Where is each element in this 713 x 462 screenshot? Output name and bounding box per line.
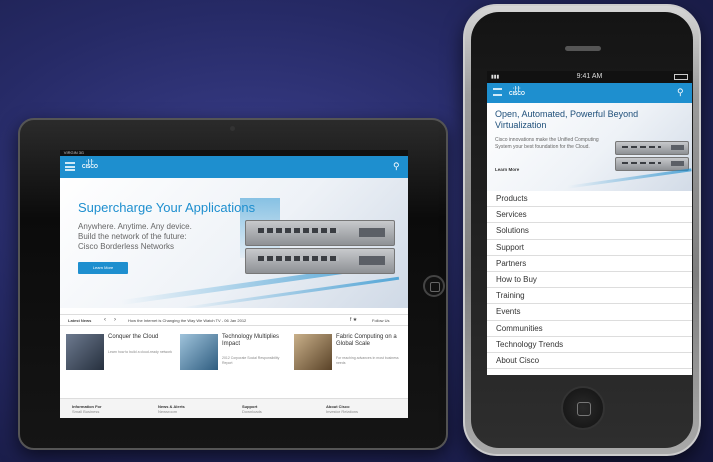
server-image	[245, 248, 395, 274]
cisco-logo[interactable]: ·|·|· CISCO	[82, 160, 98, 170]
menu-icon[interactable]	[65, 162, 75, 171]
nav-item-technology-trends[interactable]: Technology Trends	[487, 337, 692, 353]
ipad-home-button-icon[interactable]	[423, 275, 445, 297]
footer-column[interactable]: About Cisco Investor Relations	[326, 404, 358, 414]
server-image	[615, 141, 689, 155]
card-image	[180, 334, 218, 370]
footer-links: Information For Small Business News & Ale…	[60, 398, 408, 418]
nav-menu-list: Products Services Solutions Support Part…	[487, 191, 692, 370]
nav-item-how-to-buy[interactable]: How to Buy	[487, 272, 692, 289]
news-label: Latest News	[68, 318, 92, 323]
feature-card[interactable]: Fabric Computing on a Global Scale For r…	[290, 334, 400, 384]
nav-item-services[interactable]: Services	[487, 207, 692, 224]
news-bar: Latest News ‹ › How the Internet is Chan…	[60, 314, 408, 326]
news-headline-link[interactable]: How the Internet is Changing the Way We …	[128, 315, 246, 326]
iphone-screen: ▮▮▮ 9:41 AM ·|·|· CISCO ⚲ Open, Automate…	[487, 71, 692, 375]
footer-column[interactable]: News & Alerts Newsroom	[158, 404, 185, 414]
learn-more-link[interactable]: Learn More	[495, 167, 519, 172]
status-time: 9:41 AM	[576, 73, 603, 80]
menu-icon[interactable]	[493, 88, 502, 96]
hero-subtitle-line: Anywhere. Anytime. Any device.	[78, 222, 192, 231]
chevron-left-icon[interactable]: ‹	[104, 315, 106, 326]
search-icon[interactable]: ⚲	[393, 161, 400, 172]
card-title: Fabric Computing on a Global Scale	[336, 334, 397, 347]
card-image	[66, 334, 104, 370]
logo-name: CISCO	[82, 164, 98, 170]
carousel-dots[interactable]	[561, 183, 597, 191]
ipad-device: VIRGIN 3G ·|·|· CISCO ⚲ Supercharge Your…	[18, 118, 448, 450]
feature-card[interactable]: Technology Multiplies Impact 2012 Corpor…	[176, 334, 286, 384]
card-subtitle: Learn how to build a cloud-ready network	[108, 350, 173, 354]
feature-card[interactable]: Conquer the Cloud Learn how to build a c…	[62, 334, 172, 384]
carousel-dots[interactable]	[214, 300, 259, 308]
server-image	[245, 220, 395, 246]
nav-item-training[interactable]: Training	[487, 288, 692, 305]
card-subtitle: For reaching advances in most business n…	[336, 356, 399, 365]
logo-name: CISCO	[509, 91, 525, 97]
nav-item-products[interactable]: Products	[487, 191, 692, 208]
iphone-hero-banner[interactable]: Open, Automated, Powerful Beyond Virtual…	[487, 103, 692, 191]
search-icon[interactable]: ⚲	[677, 87, 684, 98]
ipad-screen: VIRGIN 3G ·|·|· CISCO ⚲ Supercharge Your…	[60, 150, 408, 418]
ipad-hero-banner[interactable]: Supercharge Your Applications Anywhere. …	[60, 178, 408, 308]
server-image	[615, 157, 689, 171]
battery-icon	[674, 74, 688, 80]
follow-us-link[interactable]: Follow Us	[372, 315, 390, 326]
social-icons[interactable]: f ★	[350, 315, 357, 326]
cisco-logo[interactable]: ·|·|· CISCO	[509, 87, 525, 97]
footer-column[interactable]: Support Downloads	[242, 404, 262, 414]
hero-subtitle-line: Build the network of the future:	[78, 232, 187, 241]
footer-link[interactable]: Investor Relations	[326, 409, 358, 414]
signal-icon: ▮▮▮	[491, 74, 500, 80]
home-button-icon[interactable]	[561, 386, 605, 430]
hero-subtitle: Anywhere. Anytime. Any device. Build the…	[78, 222, 218, 252]
iphone-header: ·|·|· CISCO ⚲	[487, 83, 692, 103]
hero-title: Supercharge Your Applications	[78, 200, 256, 215]
feature-cards: Conquer the Cloud Learn how to build a c…	[60, 330, 408, 388]
footer-link[interactable]: Newsroom	[158, 409, 185, 414]
speaker-icon	[565, 46, 601, 51]
nav-item-partners[interactable]: Partners	[487, 256, 692, 272]
footer-link[interactable]: Small Business	[72, 409, 102, 414]
card-title: Technology Multiplies Impact	[222, 334, 280, 347]
nav-item-solutions[interactable]: Solutions	[487, 223, 692, 240]
footer-column[interactable]: Information For Small Business	[72, 404, 102, 414]
nav-item-events[interactable]: Events	[487, 304, 692, 321]
card-title: Conquer the Cloud	[108, 334, 159, 340]
hero-title: Open, Automated, Powerful Beyond Virtual…	[495, 109, 639, 130]
nav-item-support[interactable]: Support	[487, 240, 692, 256]
hero-subtitle-line: Cisco Borderless Networks	[78, 242, 175, 251]
hero-subtitle: Cisco innovations make the Unified Compu…	[495, 137, 599, 150]
chevron-right-icon[interactable]: ›	[114, 315, 116, 326]
card-image	[294, 334, 332, 370]
ipad-camera-icon	[230, 126, 235, 131]
footer-link[interactable]: Downloads	[242, 409, 262, 414]
nav-item-about-cisco[interactable]: About Cisco	[487, 353, 692, 370]
ipad-header: ·|·|· CISCO ⚲	[60, 156, 408, 178]
iphone-status-bar: ▮▮▮ 9:41 AM	[487, 71, 692, 83]
card-subtitle: 2012 Corporate Social Responsibility Rep…	[222, 356, 280, 365]
nav-item-communities[interactable]: Communities	[487, 321, 692, 337]
ipad-carrier: VIRGIN 3G	[63, 150, 85, 155]
learn-more-button[interactable]: Learn More	[78, 262, 128, 274]
